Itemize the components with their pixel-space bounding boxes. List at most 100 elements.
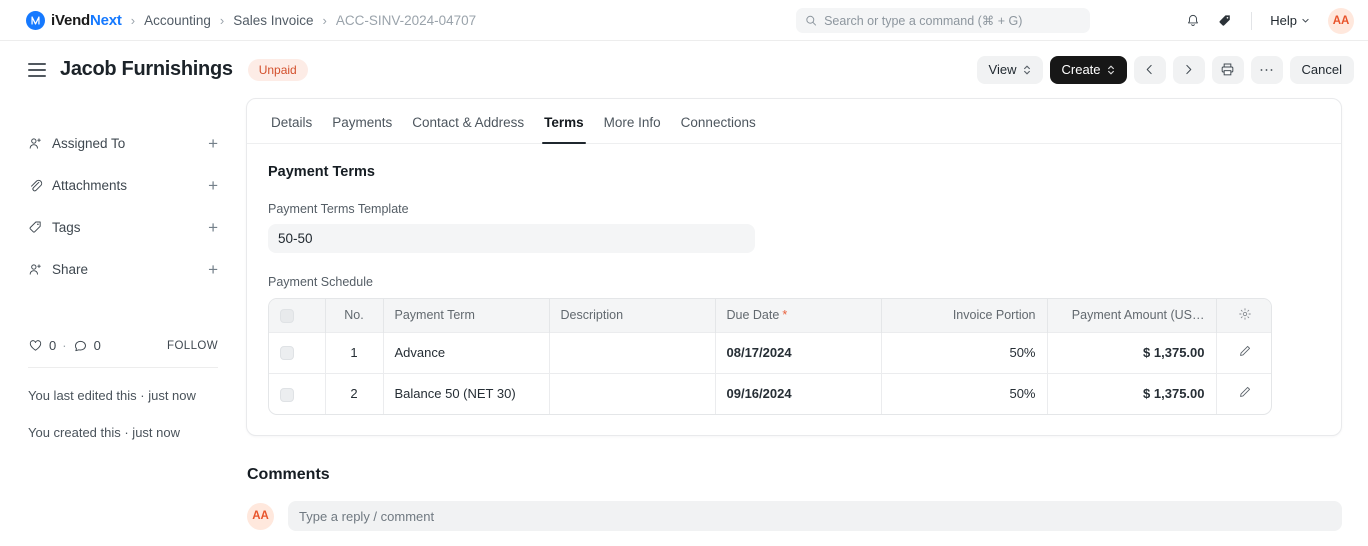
comment-icon[interactable] bbox=[73, 338, 88, 353]
cell-description[interactable] bbox=[549, 331, 716, 373]
tab-more-info[interactable]: More Info bbox=[594, 99, 671, 143]
sidebar-item-attachments[interactable]: Attachments + bbox=[28, 164, 218, 206]
table-header-row: No. Payment Term Description Due Date * I… bbox=[269, 299, 1271, 332]
more-actions-button[interactable] bbox=[1250, 55, 1283, 84]
cancel-button[interactable]: Cancel bbox=[1289, 55, 1354, 84]
comment-composer: AA bbox=[247, 501, 1342, 531]
row-select-cell bbox=[269, 372, 326, 414]
table-row[interactable]: 1 Advance 08/17/2024 50% $ 1,375.00 bbox=[269, 331, 1271, 373]
chevron-down-icon bbox=[1302, 18, 1309, 23]
ellipsis-icon bbox=[1260, 68, 1273, 71]
brand-name: iVendNext bbox=[51, 12, 122, 29]
breadcrumb-sales-invoice[interactable]: Sales Invoice bbox=[233, 13, 313, 28]
chevron-updown-icon bbox=[1023, 64, 1031, 76]
column-header-invoice-portion: Invoice Portion bbox=[881, 299, 1048, 332]
breadcrumb-current-document: ACC-SINV-2024-04707 bbox=[335, 12, 477, 28]
add-assigned-to-button[interactable]: + bbox=[208, 135, 218, 152]
table-body: 1 Advance 08/17/2024 50% $ 1,375.00 2 Ba… bbox=[269, 331, 1271, 414]
tab-details[interactable]: Details bbox=[261, 99, 322, 143]
cell-no: 2 bbox=[325, 372, 384, 414]
user-plus-icon bbox=[29, 137, 41, 149]
column-header-payment-term: Payment Term bbox=[383, 299, 550, 332]
sidebar-item-assigned-to[interactable]: Assigned To + bbox=[28, 122, 218, 164]
search-input[interactable] bbox=[824, 13, 1081, 28]
page-body: Assigned To + Attachments + Tags + Share… bbox=[0, 98, 1368, 546]
cell-payment-amount[interactable]: $ 1,375.00 bbox=[1047, 372, 1217, 414]
tab-payments[interactable]: Payments bbox=[322, 99, 402, 143]
breadcrumb-separator-icon: › bbox=[130, 12, 136, 28]
breadcrumb-separator-icon: › bbox=[219, 12, 225, 28]
previous-document-button[interactable] bbox=[1133, 55, 1166, 84]
next-document-button[interactable] bbox=[1172, 55, 1205, 84]
comment-input[interactable] bbox=[288, 501, 1342, 531]
select-all-checkbox[interactable] bbox=[280, 308, 294, 323]
add-tag-button[interactable]: + bbox=[208, 219, 218, 236]
payment-schedule-label: Payment Schedule bbox=[268, 275, 373, 289]
page-header: Jacob Furnishings Unpaid View Create Can… bbox=[0, 41, 1368, 98]
view-button[interactable]: View bbox=[976, 55, 1043, 84]
edit-row-button[interactable] bbox=[1238, 344, 1252, 358]
follow-button[interactable]: FOLLOW bbox=[167, 340, 218, 352]
add-attachment-button[interactable]: + bbox=[208, 177, 218, 194]
column-header-no: No. bbox=[325, 299, 384, 332]
column-header-due-date: Due Date * bbox=[715, 299, 882, 332]
sidebar-item-share[interactable]: Share + bbox=[28, 248, 218, 290]
notifications-button[interactable] bbox=[1179, 7, 1207, 35]
tags-button[interactable] bbox=[1211, 7, 1239, 35]
sidebar-item-tags[interactable]: Tags + bbox=[28, 206, 218, 248]
brand-logo-link[interactable]: iVendNext bbox=[26, 10, 122, 30]
column-header-description: Description bbox=[549, 299, 716, 332]
sidebar-item-label: Share bbox=[52, 261, 89, 277]
cancel-label: Cancel bbox=[1301, 62, 1342, 77]
tab-connections[interactable]: Connections bbox=[671, 99, 766, 143]
heart-icon[interactable] bbox=[28, 338, 43, 353]
cell-payment-term[interactable]: Balance 50 (NET 30) bbox=[383, 372, 550, 414]
table-header: No. Payment Term Description Due Date * I… bbox=[269, 299, 1271, 332]
cell-invoice-portion[interactable]: 50% bbox=[881, 331, 1048, 373]
user-avatar[interactable]: AA bbox=[1328, 7, 1354, 34]
help-label: Help bbox=[1270, 13, 1297, 28]
comment-count: 0 bbox=[93, 338, 101, 353]
top-navbar: iVendNext › Accounting › Sales Invoice ›… bbox=[0, 0, 1368, 41]
cell-payment-amount[interactable]: $ 1,375.00 bbox=[1047, 331, 1217, 373]
cell-due-date[interactable]: 08/17/2024 bbox=[715, 331, 882, 373]
cell-payment-term[interactable]: Advance bbox=[383, 331, 550, 373]
view-label: View bbox=[988, 62, 1017, 77]
help-menu-button[interactable]: Help bbox=[1264, 9, 1316, 32]
tag-icon bbox=[29, 221, 41, 233]
create-button[interactable]: Create bbox=[1049, 55, 1127, 84]
column-header-payment-amount: Payment Amount (US… bbox=[1047, 299, 1217, 332]
cell-no: 1 bbox=[325, 331, 384, 373]
create-label: Create bbox=[1061, 62, 1101, 77]
required-asterisk: * bbox=[782, 308, 788, 323]
row-checkbox[interactable] bbox=[280, 346, 294, 361]
tab-contact-address[interactable]: Contact & Address bbox=[402, 99, 534, 143]
print-button[interactable] bbox=[1211, 55, 1244, 84]
last-edited-note: You last edited this · just now bbox=[28, 388, 196, 403]
cell-invoice-portion[interactable]: 50% bbox=[881, 372, 1048, 414]
document-stats: 0 · 0 FOLLOW bbox=[28, 338, 218, 353]
ivendnext-logo-icon bbox=[26, 10, 45, 30]
bell-icon bbox=[1188, 14, 1199, 26]
paperclip-icon bbox=[31, 179, 43, 191]
cell-edit bbox=[1216, 372, 1271, 414]
navbar-right-actions: Help AA bbox=[1179, 0, 1354, 41]
navbar-divider bbox=[1251, 11, 1253, 30]
tab-terms[interactable]: Terms bbox=[534, 99, 594, 144]
brand-suffix: Next bbox=[90, 11, 122, 29]
row-checkbox[interactable] bbox=[280, 387, 294, 402]
table-row[interactable]: 2 Balance 50 (NET 30) 09/16/2024 50% $ 1… bbox=[269, 372, 1271, 414]
breadcrumb-accounting[interactable]: Accounting bbox=[144, 13, 211, 28]
hamburger-icon[interactable] bbox=[28, 62, 46, 77]
add-share-button[interactable]: + bbox=[208, 261, 218, 278]
global-search[interactable] bbox=[796, 8, 1090, 33]
edit-row-button[interactable] bbox=[1238, 385, 1252, 399]
printer-icon bbox=[1221, 63, 1234, 76]
terms-card: Details Payments Contact & Address Terms… bbox=[246, 98, 1342, 436]
cell-due-date[interactable]: 09/16/2024 bbox=[715, 372, 882, 414]
gear-icon[interactable] bbox=[1238, 307, 1252, 321]
payment-terms-template-input[interactable] bbox=[268, 224, 755, 253]
cell-description[interactable] bbox=[549, 372, 716, 414]
stats-separator: · bbox=[62, 338, 67, 353]
user-plus-icon bbox=[29, 263, 41, 275]
